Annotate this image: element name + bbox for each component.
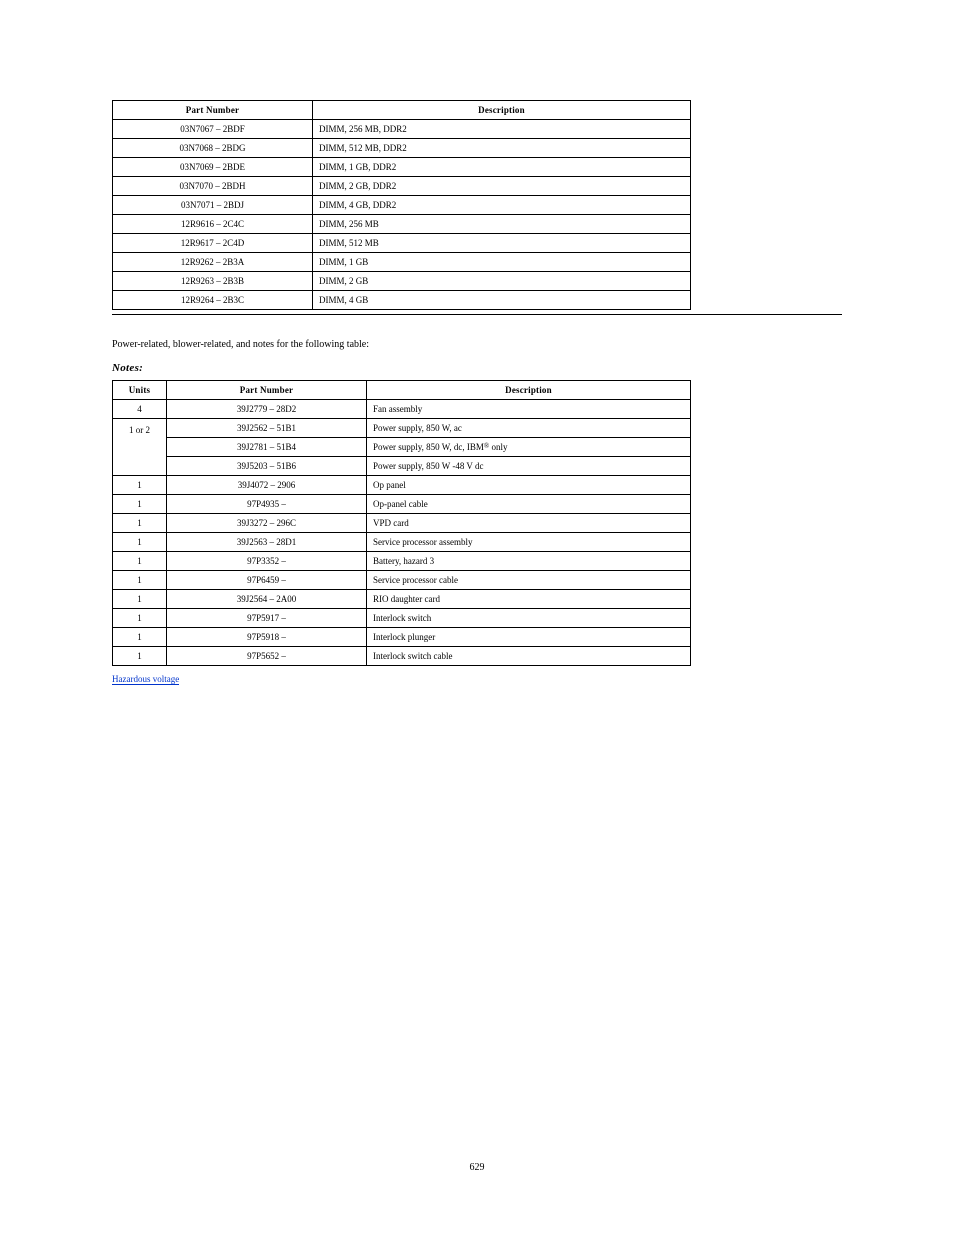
cell-qty: 1: [113, 571, 167, 590]
cell-partno: 39J2781 – 51B4: [167, 438, 367, 457]
cell-desc: DIMM, 4 GB, DDR2: [313, 196, 691, 215]
cell-desc: Battery, hazard 3: [367, 552, 691, 571]
cell-qty: 1: [113, 476, 167, 495]
cell-partno: 39J5203 – 51B6: [167, 457, 367, 476]
cell-desc: RIO daughter card: [367, 590, 691, 609]
cell-qty: 1: [113, 628, 167, 647]
cell-partno: 03N7067 – 2BDF: [113, 120, 313, 139]
cell-desc: DIMM, 512 MB, DDR2: [313, 139, 691, 158]
t1-header-partno: Part Number: [113, 101, 313, 120]
cell-qty: 1: [113, 552, 167, 571]
page: Part Number Description 03N7067 – 2BDFDI…: [0, 0, 954, 1235]
table-row: 197P6459 –Service processor cable: [113, 571, 691, 590]
table-row: 197P3352 –Battery, hazard 3: [113, 552, 691, 571]
cell-desc: DIMM, 2 GB, DDR2: [313, 177, 691, 196]
table-row: 439J2779 – 28D2Fan assembly: [113, 400, 691, 419]
cell-qty: 1 or 2: [113, 419, 167, 476]
cell-desc: VPD card: [367, 514, 691, 533]
table-row: 12R9264 – 2B3CDIMM, 4 GB: [113, 291, 691, 310]
section-intro: Power-related, blower-related, and notes…: [112, 339, 842, 350]
cell-partno: 97P6459 –: [167, 571, 367, 590]
hazardous-voltage-link[interactable]: Hazardous voltage: [112, 674, 179, 684]
page-number: 629: [470, 1162, 485, 1173]
cell-desc: Op panel: [367, 476, 691, 495]
cell-partno: 39J3272 – 296C: [167, 514, 367, 533]
table-row: 197P5652 –Interlock switch cable: [113, 647, 691, 666]
cell-desc: DIMM, 512 MB: [313, 234, 691, 253]
cell-desc: Power supply, 850 W, ac: [367, 419, 691, 438]
cell-partno: 12R9617 – 2C4D: [113, 234, 313, 253]
cell-desc: Fan assembly: [367, 400, 691, 419]
t2-header-qty: Units: [113, 381, 167, 400]
cell-qty: 4: [113, 400, 167, 419]
cell-partno: 39J2562 – 51B1: [167, 419, 367, 438]
cell-partno: 03N7068 – 2BDG: [113, 139, 313, 158]
cell-partno: 39J4072 – 2906: [167, 476, 367, 495]
table-row: 197P4935 –Op-panel cable: [113, 495, 691, 514]
table-row: 12R9616 – 2C4CDIMM, 256 MB: [113, 215, 691, 234]
table-row: 197P5917 –Interlock switch: [113, 609, 691, 628]
table-row: 1 or 239J2562 – 51B1Power supply, 850 W,…: [113, 419, 691, 438]
cell-partno: 97P5652 –: [167, 647, 367, 666]
cell-desc: DIMM, 256 MB, DDR2: [313, 120, 691, 139]
cell-desc: Service processor assembly: [367, 533, 691, 552]
table-row: 197P5918 –Interlock plunger: [113, 628, 691, 647]
registered-icon: ®: [484, 442, 489, 450]
cell-desc: Power supply, 850 W -48 V dc: [367, 457, 691, 476]
cell-desc: Interlock plunger: [367, 628, 691, 647]
cell-partno: 97P3352 –: [167, 552, 367, 571]
cell-partno: 39J2564 – 2A00: [167, 590, 367, 609]
table-row: 39J5203 – 51B6Power supply, 850 W -48 V …: [113, 457, 691, 476]
cell-desc: Service processor cable: [367, 571, 691, 590]
cell-qty: 1: [113, 495, 167, 514]
cell-partno: 03N7069 – 2BDE: [113, 158, 313, 177]
cell-desc: Power supply, 850 W, dc, IBM® only: [367, 438, 691, 457]
cell-desc: Interlock switch: [367, 609, 691, 628]
cell-desc: DIMM, 4 GB: [313, 291, 691, 310]
cell-qty: 1: [113, 514, 167, 533]
table-row: 139J4072 – 2906Op panel: [113, 476, 691, 495]
table-row: 39J2781 – 51B4Power supply, 850 W, dc, I…: [113, 438, 691, 457]
cell-partno: 97P4935 –: [167, 495, 367, 514]
table-row: 03N7068 – 2BDGDIMM, 512 MB, DDR2: [113, 139, 691, 158]
t2-header-partno: Part Number: [167, 381, 367, 400]
cell-partno: 12R9264 – 2B3C: [113, 291, 313, 310]
cell-partno: 39J2779 – 28D2: [167, 400, 367, 419]
cell-partno: 12R9263 – 2B3B: [113, 272, 313, 291]
cell-partno: 12R9616 – 2C4C: [113, 215, 313, 234]
cell-qty: 1: [113, 533, 167, 552]
table-row: 03N7070 – 2BDHDIMM, 2 GB, DDR2: [113, 177, 691, 196]
cell-desc: DIMM, 2 GB: [313, 272, 691, 291]
cell-desc: DIMM, 1 GB: [313, 253, 691, 272]
table-row: 12R9262 – 2B3ADIMM, 1 GB: [113, 253, 691, 272]
cell-qty: 1: [113, 590, 167, 609]
table-row: 12R9263 – 2B3BDIMM, 2 GB: [113, 272, 691, 291]
cell-partno: 12R9262 – 2B3A: [113, 253, 313, 272]
cell-partno: 03N7070 – 2BDH: [113, 177, 313, 196]
t1-header-desc: Description: [313, 101, 691, 120]
cell-partno: 03N7071 – 2BDJ: [113, 196, 313, 215]
cell-qty: 1: [113, 647, 167, 666]
cell-desc: Interlock switch cable: [367, 647, 691, 666]
cell-qty: 1: [113, 609, 167, 628]
cell-desc: DIMM, 1 GB, DDR2: [313, 158, 691, 177]
parts-table-2: Units Part Number Description 439J2779 –…: [112, 380, 691, 666]
cell-partno: 39J2563 – 28D1: [167, 533, 367, 552]
section-title: Notes:: [112, 362, 842, 374]
table-row: 139J3272 – 296CVPD card: [113, 514, 691, 533]
table-row: 139J2564 – 2A00RIO daughter card: [113, 590, 691, 609]
cell-partno: 97P5917 –: [167, 609, 367, 628]
hazardous-voltage-label: Hazardous voltage: [112, 674, 179, 685]
table-row: 03N7067 – 2BDFDIMM, 256 MB, DDR2: [113, 120, 691, 139]
parts-table-1: Part Number Description 03N7067 – 2BDFDI…: [112, 100, 691, 310]
table-row: 03N7069 – 2BDEDIMM, 1 GB, DDR2: [113, 158, 691, 177]
t2-header-desc: Description: [367, 381, 691, 400]
cell-partno: 97P5918 –: [167, 628, 367, 647]
table-row: 03N7071 – 2BDJDIMM, 4 GB, DDR2: [113, 196, 691, 215]
section-rule: [112, 314, 842, 315]
cell-desc: DIMM, 256 MB: [313, 215, 691, 234]
table-row: 139J2563 – 28D1Service processor assembl…: [113, 533, 691, 552]
table-row: 12R9617 – 2C4DDIMM, 512 MB: [113, 234, 691, 253]
cell-desc: Op-panel cable: [367, 495, 691, 514]
